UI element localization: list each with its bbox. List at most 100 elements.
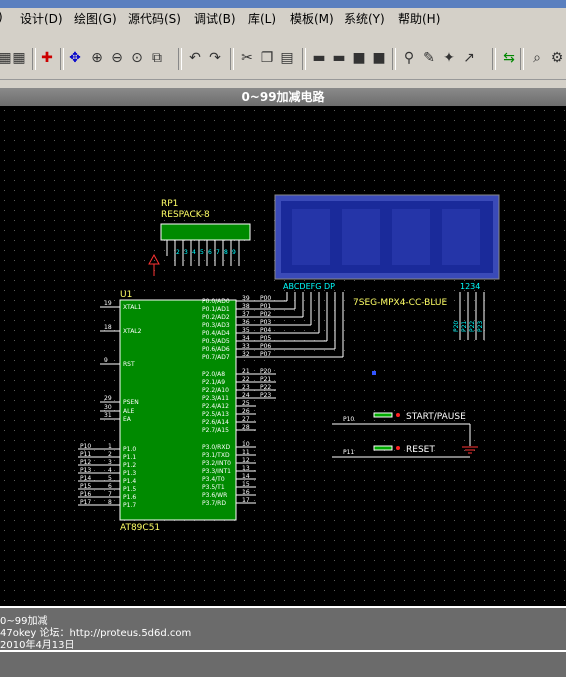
pin-name: PSEN [123,399,139,406]
paste-icon[interactable]: ▤ [278,49,296,67]
schematic-canvas[interactable]: RP1 RESPACK-8 2 3 4 5 6 7 8 9 ABCDEFG DP… [0,106,566,606]
block-copy-icon[interactable]: ▬ [310,49,328,67]
net-label: P05 [260,335,271,342]
net-label: P16 [80,491,91,498]
block-delete-icon[interactable]: ■ [370,49,388,67]
grid-dots-icon[interactable]: ▦ [10,49,28,67]
menu-item-debug[interactable]: 调试(B) [194,10,236,27]
pin-number: 34 [242,335,250,342]
footer-divider [0,650,566,652]
pin-number: 36 [242,319,250,326]
pin-number: 35 [242,327,250,334]
pin-number: 15 [242,481,250,488]
zoom-all-icon[interactable]: ⊙ [128,49,146,67]
pin-name: P0.6/AD6 [202,346,230,353]
make-device-icon[interactable]: ✎ [420,49,438,67]
pan-icon[interactable]: ✥ [66,49,84,67]
status-footer: 0~99加减 47okey 论坛：http://proteus.5d6d.com… [0,606,566,677]
pin-number: 5 [108,475,112,482]
button-label: RESET [406,445,435,455]
toolbar-separator [392,48,396,70]
pin-number: 14 [242,473,250,480]
pin-name: P3.3/INT1 [202,468,231,475]
display-segment-labels: ABCDEFG DP [283,282,335,291]
net-label: P21 [260,376,271,383]
net-label: P06 [260,343,271,350]
cut-icon[interactable]: ✂ [238,49,256,67]
origin-icon[interactable]: ✚ [38,49,56,67]
pin-name: P3.2/INT0 [202,460,231,467]
property-tool-icon[interactable]: ⚙ [548,49,566,67]
menu-item-truncated[interactable]: ) [0,10,3,24]
pin-name: P0.3/AD3 [202,322,230,329]
button-label: START/PAUSE [406,412,466,422]
rp1-pin-number: 5 [200,249,204,256]
search-icon[interactable]: ⌕ [528,49,546,67]
pin-name: XTAL2 [123,328,142,335]
pin-name: P1.2 [123,462,136,469]
document-title-bar: 0~99加减电路 [0,88,566,106]
pick-device-icon[interactable]: ⚲ [400,49,418,67]
undo-icon[interactable]: ↶ [186,49,204,67]
button-net: P11 [343,449,354,456]
pin-number: 23 [242,384,250,391]
toolbar-separator [302,48,306,70]
menu-item-help[interactable]: 帮助(H) [398,10,440,27]
pin-number: 4 [108,467,112,474]
menu-item-source[interactable]: 源代码(S) [128,10,181,27]
rp1-body[interactable] [160,223,251,241]
pin-number: 38 [242,303,250,310]
menu-bar: ) 设计(D) 绘图(G) 源代码(S) 调试(B) 库(L) 模板(M) 系统… [0,8,566,27]
block-rotate-icon[interactable]: ■ [350,49,368,67]
block-move-icon[interactable]: ▬ [330,49,348,67]
pin-number: 9 [104,357,108,364]
pin-number: 18 [104,324,112,331]
u1-ref: U1 [120,290,132,300]
display-digit-labels: 1234 [460,282,480,291]
pin-name: P3.5/T1 [202,484,225,491]
digit-net-label: P20 [453,321,460,332]
rp1-pin-number: 6 [208,249,212,256]
netlist-icon[interactable]: ⇆ [500,49,518,67]
pin-name: P0.5/AD5 [202,338,230,345]
copy-icon[interactable]: ❐ [258,49,276,67]
pin-number: 37 [242,311,250,318]
toolbar-separator [492,48,496,70]
pin-name: P0.2/AD2 [202,314,230,321]
zoom-out-icon[interactable]: ⊖ [108,49,126,67]
net-label: P04 [260,327,271,334]
pin-name: P2.1/A9 [202,379,225,386]
decompose-icon[interactable]: ↗ [460,49,478,67]
menu-item-system[interactable]: 系统(Y) [344,10,385,27]
schematic-svg[interactable]: RP1 RESPACK-8 2 3 4 5 6 7 8 9 ABCDEFG DP… [0,106,566,606]
package-tool-icon[interactable]: ✦ [440,49,458,67]
menu-item-draw[interactable]: 绘图(G) [74,10,117,27]
pin-name: P1.7 [123,502,136,509]
button-net: P10 [343,416,354,423]
pin-number: 8 [108,499,112,506]
menu-item-template[interactable]: 模板(M) [290,10,334,27]
zoom-in-icon[interactable]: ⊕ [88,49,106,67]
redo-icon[interactable]: ↷ [206,49,224,67]
pin-name: P1.0 [123,446,136,453]
net-label: P14 [80,475,91,482]
net-label: P07 [260,351,271,358]
pin-number: 33 [242,343,250,350]
pin-name: P1.1 [123,454,136,461]
net-label: P17 [80,499,91,506]
pin-number: 11 [242,449,250,456]
zoom-area-icon[interactable]: ⧉ [148,49,166,67]
menu-item-design[interactable]: 设计(D) [20,10,63,27]
pin-name: P2.0/A8 [202,371,225,378]
pin-number: 2 [108,451,112,458]
net-label: P00 [260,295,271,302]
toolbar-separator [178,48,182,70]
pin-number: 3 [108,459,112,466]
menu-item-library[interactable]: 库(L) [248,10,276,27]
pin-name: P2.5/A13 [202,411,229,418]
pin-name: P1.4 [123,478,136,485]
u1-part-name: AT89C51 [120,523,160,533]
pin-number: 21 [242,368,250,375]
pin-number: 29 [104,395,112,402]
pin-name: P0.1/AD1 [202,306,230,313]
